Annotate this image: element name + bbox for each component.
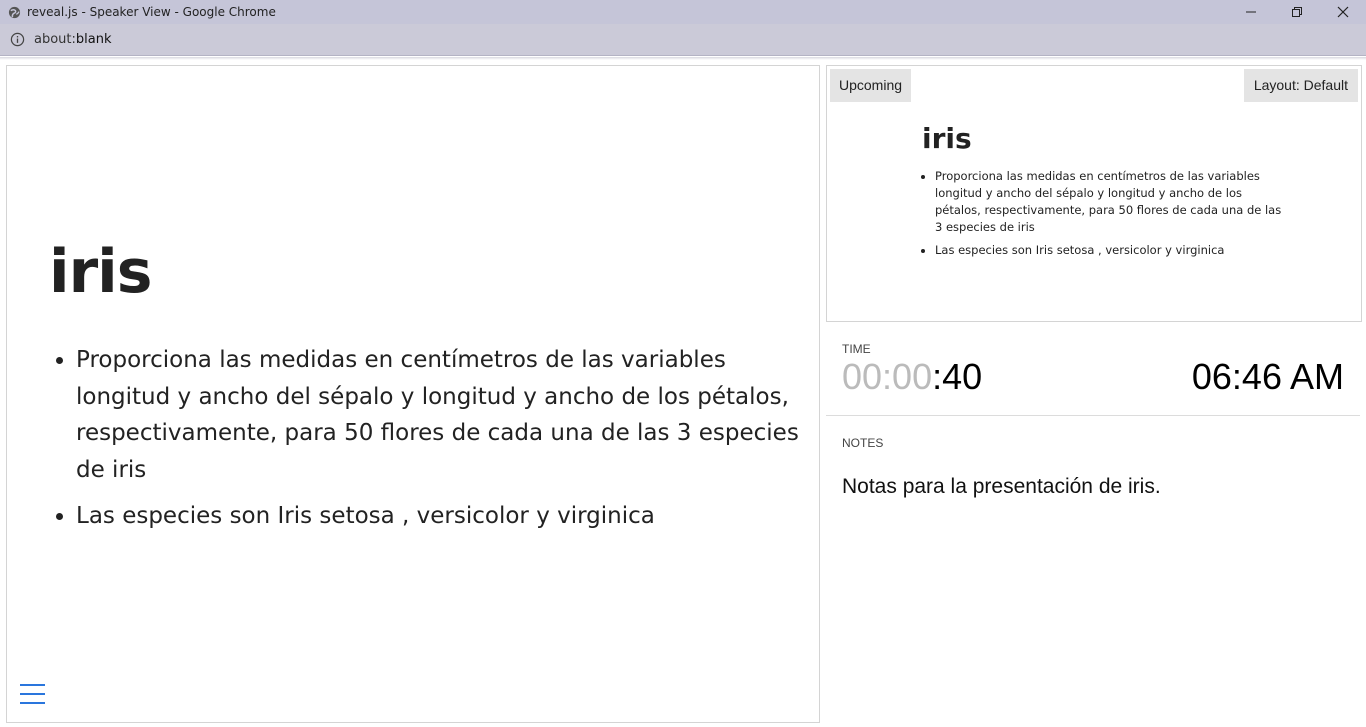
timer-seconds: :40 (932, 356, 983, 397)
upcoming-bullet: Proporciona las medidas en centímetros d… (935, 168, 1285, 236)
url-path: blank (75, 32, 112, 47)
slide-title: iris (49, 237, 152, 307)
time-section: TIME 00:00:40 06:46 AM (826, 329, 1360, 416)
minimize-icon (1246, 11, 1256, 13)
info-icon[interactable] (10, 32, 26, 48)
time-label: TIME (842, 342, 871, 356)
notes-text: Notas para la presentación de iris. (842, 475, 1161, 498)
restore-icon (1292, 7, 1302, 17)
clock: 06:46 AM (1191, 356, 1344, 397)
layout-button[interactable]: Layout: Default (1243, 69, 1358, 102)
slide-bullet-list: Proporciona las medidas en centímetros d… (52, 342, 816, 545)
slide-bullet: Proporciona las medidas en centímetros d… (76, 342, 816, 488)
close-button[interactable] (1320, 0, 1366, 24)
globe-icon (7, 5, 21, 19)
notes-label: NOTES (842, 436, 884, 450)
timer-hours-minutes: 00:00 (842, 356, 933, 397)
url-scheme: about: (34, 32, 76, 47)
current-slide-panel[interactable]: iris Proporciona las medidas en centímet… (6, 65, 820, 723)
close-icon (1337, 6, 1349, 18)
notes-section: NOTES Notas para la presentación de iris… (826, 423, 1360, 723)
upcoming-slide-panel: Upcoming Layout: Default iris Proporcion… (826, 65, 1362, 322)
upcoming-bullet-list: Proporciona las medidas en centímetros d… (924, 168, 1285, 265)
upcoming-bullet: Las especies son Iris setosa , versicolo… (935, 242, 1285, 259)
address-bar[interactable]: about:blank (0, 24, 1366, 56)
minimize-button[interactable] (1228, 0, 1274, 24)
window-controls (1228, 0, 1366, 24)
speaker-view-page: iris Proporciona las medidas en centímet… (0, 57, 1366, 727)
toolbar-shadow (0, 57, 1366, 60)
window-title-bar: reveal.js - Speaker View - Google Chrome (0, 0, 1366, 24)
url-text[interactable]: about:blank (34, 32, 112, 47)
upcoming-slide-title: iris (922, 122, 972, 155)
hamburger-menu-icon[interactable] (20, 684, 46, 708)
restore-button[interactable] (1274, 0, 1320, 24)
window-title: reveal.js - Speaker View - Google Chrome (27, 5, 276, 19)
slide-bullet: Las especies son Iris setosa , versicolo… (76, 498, 816, 535)
upcoming-label: Upcoming (830, 69, 912, 102)
elapsed-timer[interactable]: 00:00:40 (842, 356, 982, 398)
